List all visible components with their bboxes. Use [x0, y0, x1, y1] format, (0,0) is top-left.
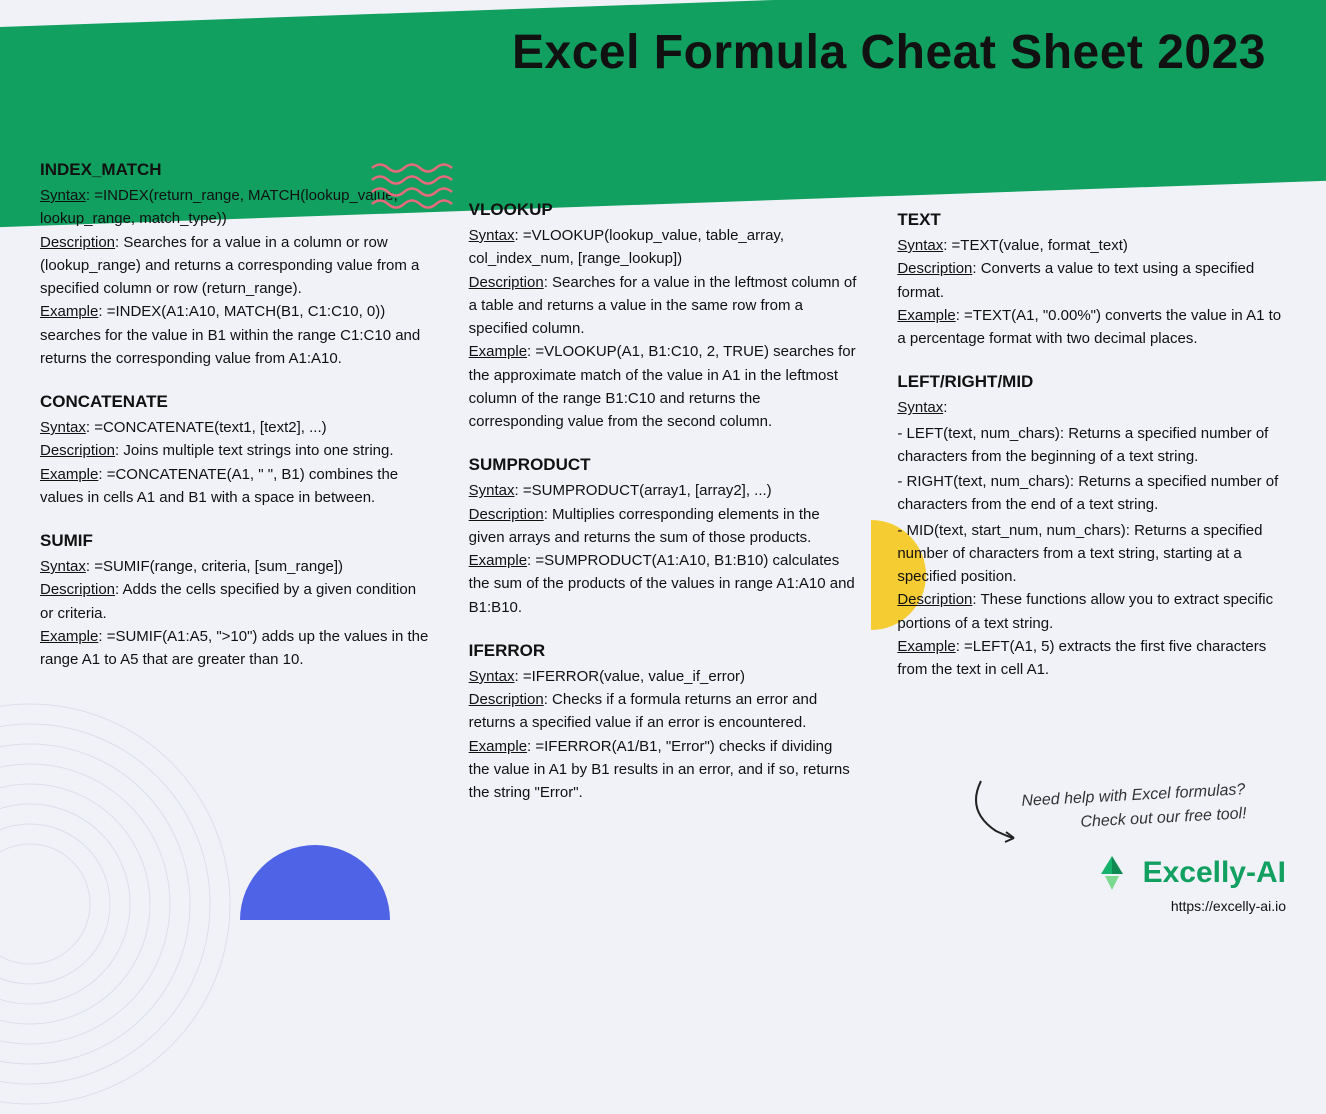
formula-syntax: Syntax: =IFERROR(value, value_if_error) — [469, 665, 858, 688]
formula-example: Example: =IFERROR(A1/B1, "Error") checks… — [469, 735, 858, 805]
syntax-label: Syntax — [40, 419, 86, 436]
formula-syntax: Syntax: =SUMPRODUCT(array1, [array2], ..… — [469, 479, 858, 502]
syntax-label: Syntax — [469, 482, 515, 499]
cta-line1: Need help with Excel formulas? — [1021, 781, 1246, 810]
syntax-label: Syntax — [40, 187, 86, 204]
syntax-multi-line: - MID(text, start_num, num_chars): Retur… — [897, 519, 1286, 589]
syntax-text: =TEXT(value, format_text) — [952, 237, 1128, 254]
formula-block-left-right-mid: LEFT/RIGHT/MID Syntax: - LEFT(text, num_c… — [897, 372, 1286, 681]
syntax-text: =INDEX(return_range, MATCH(lookup_value,… — [40, 187, 398, 227]
syntax-label: Syntax — [897, 399, 943, 416]
formula-description: Description: Searches for a value in the… — [469, 271, 858, 341]
syntax-label: Syntax — [897, 237, 943, 254]
formula-block-vlookup: VLOOKUP Syntax: =VLOOKUP(lookup_value, ta… — [469, 200, 858, 433]
example-label: Example — [40, 628, 98, 645]
excelly-logo-icon — [1091, 852, 1133, 894]
syntax-text: =VLOOKUP(lookup_value, table_array, col_… — [469, 227, 784, 267]
example-text: =VLOOKUP(A1, B1:C10, 2, TRUE) searches f… — [469, 343, 856, 430]
formula-description: Description: Multiplies corresponding el… — [469, 503, 858, 550]
example-label: Example — [897, 638, 955, 655]
formula-block-text: TEXTSyntax: =TEXT(value, format_text)Des… — [897, 210, 1286, 350]
syntax-text: =SUMPRODUCT(array1, [array2], ...) — [523, 482, 772, 499]
page-title: Excel Formula Cheat Sheet 2023 — [512, 25, 1266, 80]
syntax-text: =IFERROR(value, value_if_error) — [523, 668, 745, 685]
formula-syntax: Syntax: — [897, 396, 1286, 419]
cta-brand-name: Excelly-AI — [1143, 856, 1286, 890]
formula-syntax: Syntax: =SUMIF(range, criteria, [sum_ran… — [40, 555, 429, 578]
description-label: Description — [469, 506, 544, 523]
formula-description: Description: Adds the cells specified by… — [40, 578, 429, 625]
cta-line2: Check out our free tool! — [1080, 805, 1247, 831]
example-label: Example — [40, 303, 98, 320]
syntax-text: =SUMIF(range, criteria, [sum_range]) — [94, 558, 343, 575]
cta-brand[interactable]: Excelly-AI — [1022, 852, 1286, 894]
formula-example: Example: =SUMIF(A1:A5, ">10") adds up th… — [40, 625, 429, 672]
example-text: =INDEX(A1:A10, MATCH(B1, C1:C10, 0)) sea… — [40, 303, 420, 367]
description-label: Description — [469, 691, 544, 708]
example-label: Example — [40, 466, 98, 483]
cta-url[interactable]: https://excelly-ai.io — [1022, 898, 1286, 914]
formula-syntax: Syntax: =CONCATENATE(text1, [text2], ...… — [40, 416, 429, 439]
column-1: INDEX_MATCHSyntax: =INDEX(return_range, … — [40, 160, 429, 914]
formula-block-sumproduct: SUMPRODUCT Syntax: =SUMPRODUCT(array1, [a… — [469, 455, 858, 619]
description-label: Description — [40, 581, 115, 598]
formula-name: TEXT — [897, 210, 1286, 230]
formula-description: Description: Searches for a value in a c… — [40, 231, 429, 301]
formula-description: Description: Converts a value to text us… — [897, 257, 1286, 304]
formula-name: IFERROR — [469, 641, 858, 661]
description-label: Description — [40, 442, 115, 459]
example-text: =SUMPRODUCT(A1:A10, B1:B10) calculates t… — [469, 552, 855, 616]
formula-name: VLOOKUP — [469, 200, 858, 220]
description-label: Description — [897, 591, 972, 608]
formula-block-iferror: IFERROR Syntax: =IFERROR(value, value_if_… — [469, 641, 858, 805]
formula-syntax: Syntax: =TEXT(value, format_text) — [897, 234, 1286, 257]
formula-name: LEFT/RIGHT/MID — [897, 372, 1286, 392]
example-text: =SUMIF(A1:A5, ">10") adds up the values … — [40, 628, 428, 668]
description-label: Description — [897, 260, 972, 277]
formula-name: SUMIF — [40, 531, 429, 551]
description-label: Description — [469, 274, 544, 291]
example-label: Example — [469, 343, 527, 360]
cta-arrow-icon — [966, 776, 1026, 846]
formula-block-sumif: SUMIF Syntax: =SUMIF(range, criteria, [su… — [40, 531, 429, 671]
wave-decoration-icon — [370, 160, 465, 215]
formula-name: SUMPRODUCT — [469, 455, 858, 475]
syntax-multi-line: - LEFT(text, num_chars): Returns a speci… — [897, 422, 1286, 469]
formula-example: Example: =CONCATENATE(A1, " ", B1) combi… — [40, 463, 429, 510]
formula-example: Example: =TEXT(A1, "0.00%") converts the… — [897, 304, 1286, 351]
syntax-label: Syntax — [40, 558, 86, 575]
syntax-multi-line: - RIGHT(text, num_chars): Returns a spec… — [897, 470, 1286, 517]
formula-description: Description: Joins multiple text strings… — [40, 439, 429, 462]
syntax-text: =CONCATENATE(text1, [text2], ...) — [94, 419, 326, 436]
example-label: Example — [897, 307, 955, 324]
formula-example: Example: =INDEX(A1:A10, MATCH(B1, C1:C10… — [40, 300, 429, 370]
formula-description: Description: These functions allow you t… — [897, 588, 1286, 635]
cta-text: Need help with Excel formulas? Check out… — [1021, 778, 1247, 838]
syntax-label: Syntax — [469, 668, 515, 685]
column-2: VLOOKUP Syntax: =VLOOKUP(lookup_value, ta… — [469, 160, 858, 914]
formula-description: Description: Checks if a formula returns… — [469, 688, 858, 735]
formula-example: Example: =SUMPRODUCT(A1:A10, B1:B10) cal… — [469, 549, 858, 619]
cta-section: Need help with Excel formulas? Check out… — [1022, 784, 1286, 914]
example-label: Example — [469, 552, 527, 569]
formula-example: Example: =VLOOKUP(A1, B1:C10, 2, TRUE) s… — [469, 340, 858, 433]
description-text: Joins multiple text strings into one str… — [123, 442, 393, 459]
formula-name: CONCATENATE — [40, 392, 429, 412]
description-label: Description — [40, 234, 115, 251]
formula-syntax: Syntax: =VLOOKUP(lookup_value, table_arr… — [469, 224, 858, 271]
formula-example: Example: =LEFT(A1, 5) extracts the first… — [897, 635, 1286, 682]
formula-block-concatenate: CONCATENATE Syntax: =CONCATENATE(text1, [… — [40, 392, 429, 509]
example-label: Example — [469, 738, 527, 755]
syntax-label: Syntax — [469, 227, 515, 244]
